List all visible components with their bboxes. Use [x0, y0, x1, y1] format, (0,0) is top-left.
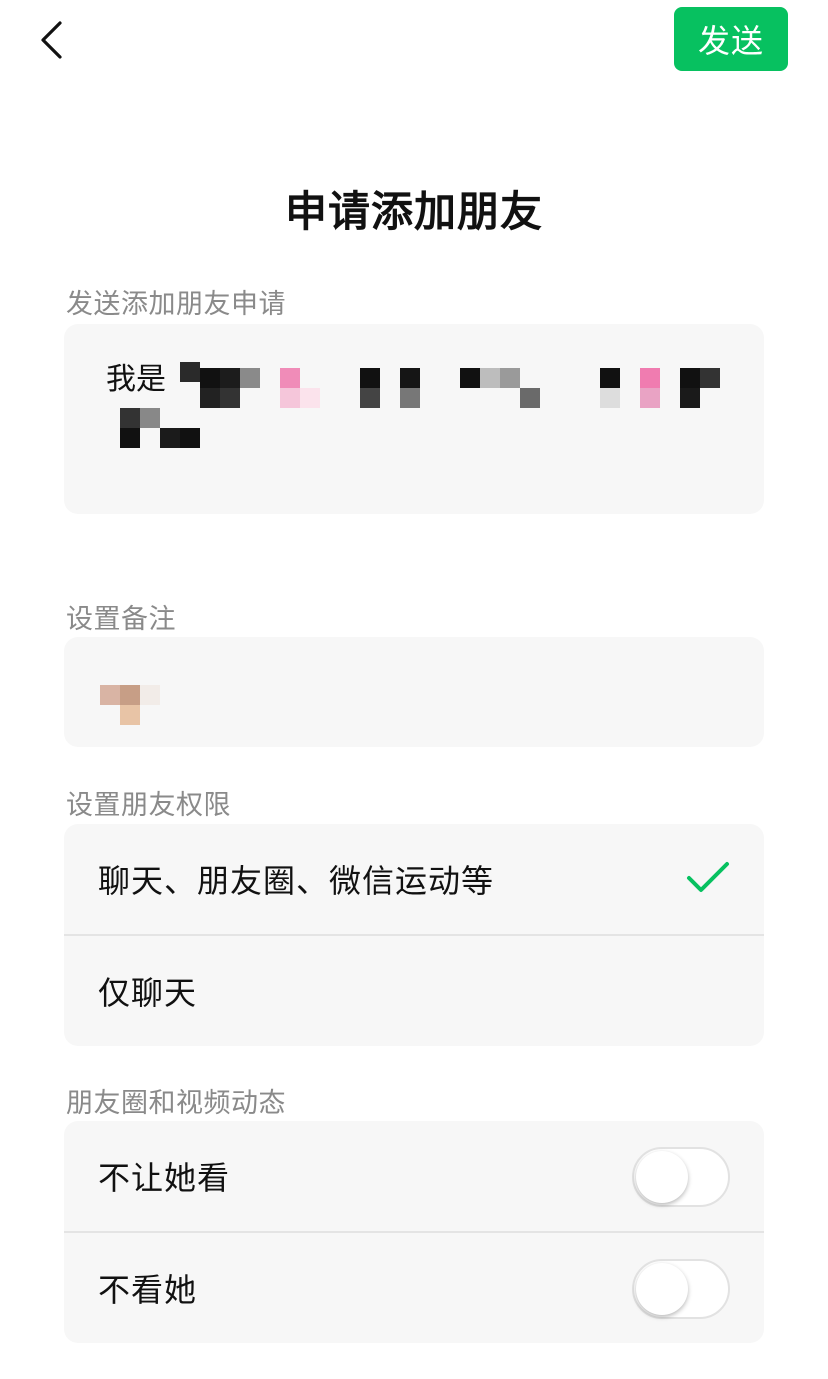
permission-option-chat-only[interactable]: 仅聊天: [64, 936, 764, 1046]
request-message-box[interactable]: 我是: [64, 324, 764, 514]
permission-section-label: 设置朋友权限: [66, 790, 231, 821]
feed-section-label: 朋友圈和视频动态: [66, 1088, 286, 1119]
chevron-left-icon: [41, 21, 62, 59]
remark-field-box[interactable]: [64, 637, 764, 747]
send-button[interactable]: 发送: [674, 7, 788, 71]
toggle-knob: [636, 1263, 688, 1315]
feed-options: 不让她看 不看她: [64, 1121, 764, 1343]
permission-option-all[interactable]: 聊天、朋友圈、微信运动等: [64, 824, 764, 934]
request-section-label: 发送添加朋友申请: [66, 289, 286, 320]
page-title: 申请添加朋友: [284, 187, 543, 236]
hide-my-feed-label: 不让她看: [98, 1159, 231, 1197]
permission-options: 聊天、朋友圈、微信运动等 仅聊天: [64, 824, 764, 1046]
request-message-text[interactable]: 我是: [106, 358, 726, 402]
back-button[interactable]: [26, 12, 76, 68]
hide-their-feed-label: 不看她: [98, 1271, 198, 1309]
hide-their-feed-toggle[interactable]: [632, 1259, 730, 1319]
hide-their-feed-row: 不看她: [64, 1233, 764, 1343]
remark-input[interactable]: [100, 637, 724, 747]
remark-section-label: 设置备注: [66, 604, 176, 635]
checkmark-icon: [687, 862, 729, 892]
permission-option-label: 聊天、朋友圈、微信运动等: [98, 862, 495, 900]
permission-option-label: 仅聊天: [98, 974, 198, 1012]
hide-my-feed-toggle[interactable]: [632, 1147, 730, 1207]
add-friend-request-page: 发送 申请添加朋友 发送添加朋友申请 我是 设置备注 设置朋友权限 聊天、朋友圈…: [0, 0, 828, 1379]
toggle-knob: [636, 1151, 688, 1203]
hide-my-feed-row: 不让她看: [64, 1121, 764, 1231]
redaction-mosaic: [64, 324, 764, 514]
